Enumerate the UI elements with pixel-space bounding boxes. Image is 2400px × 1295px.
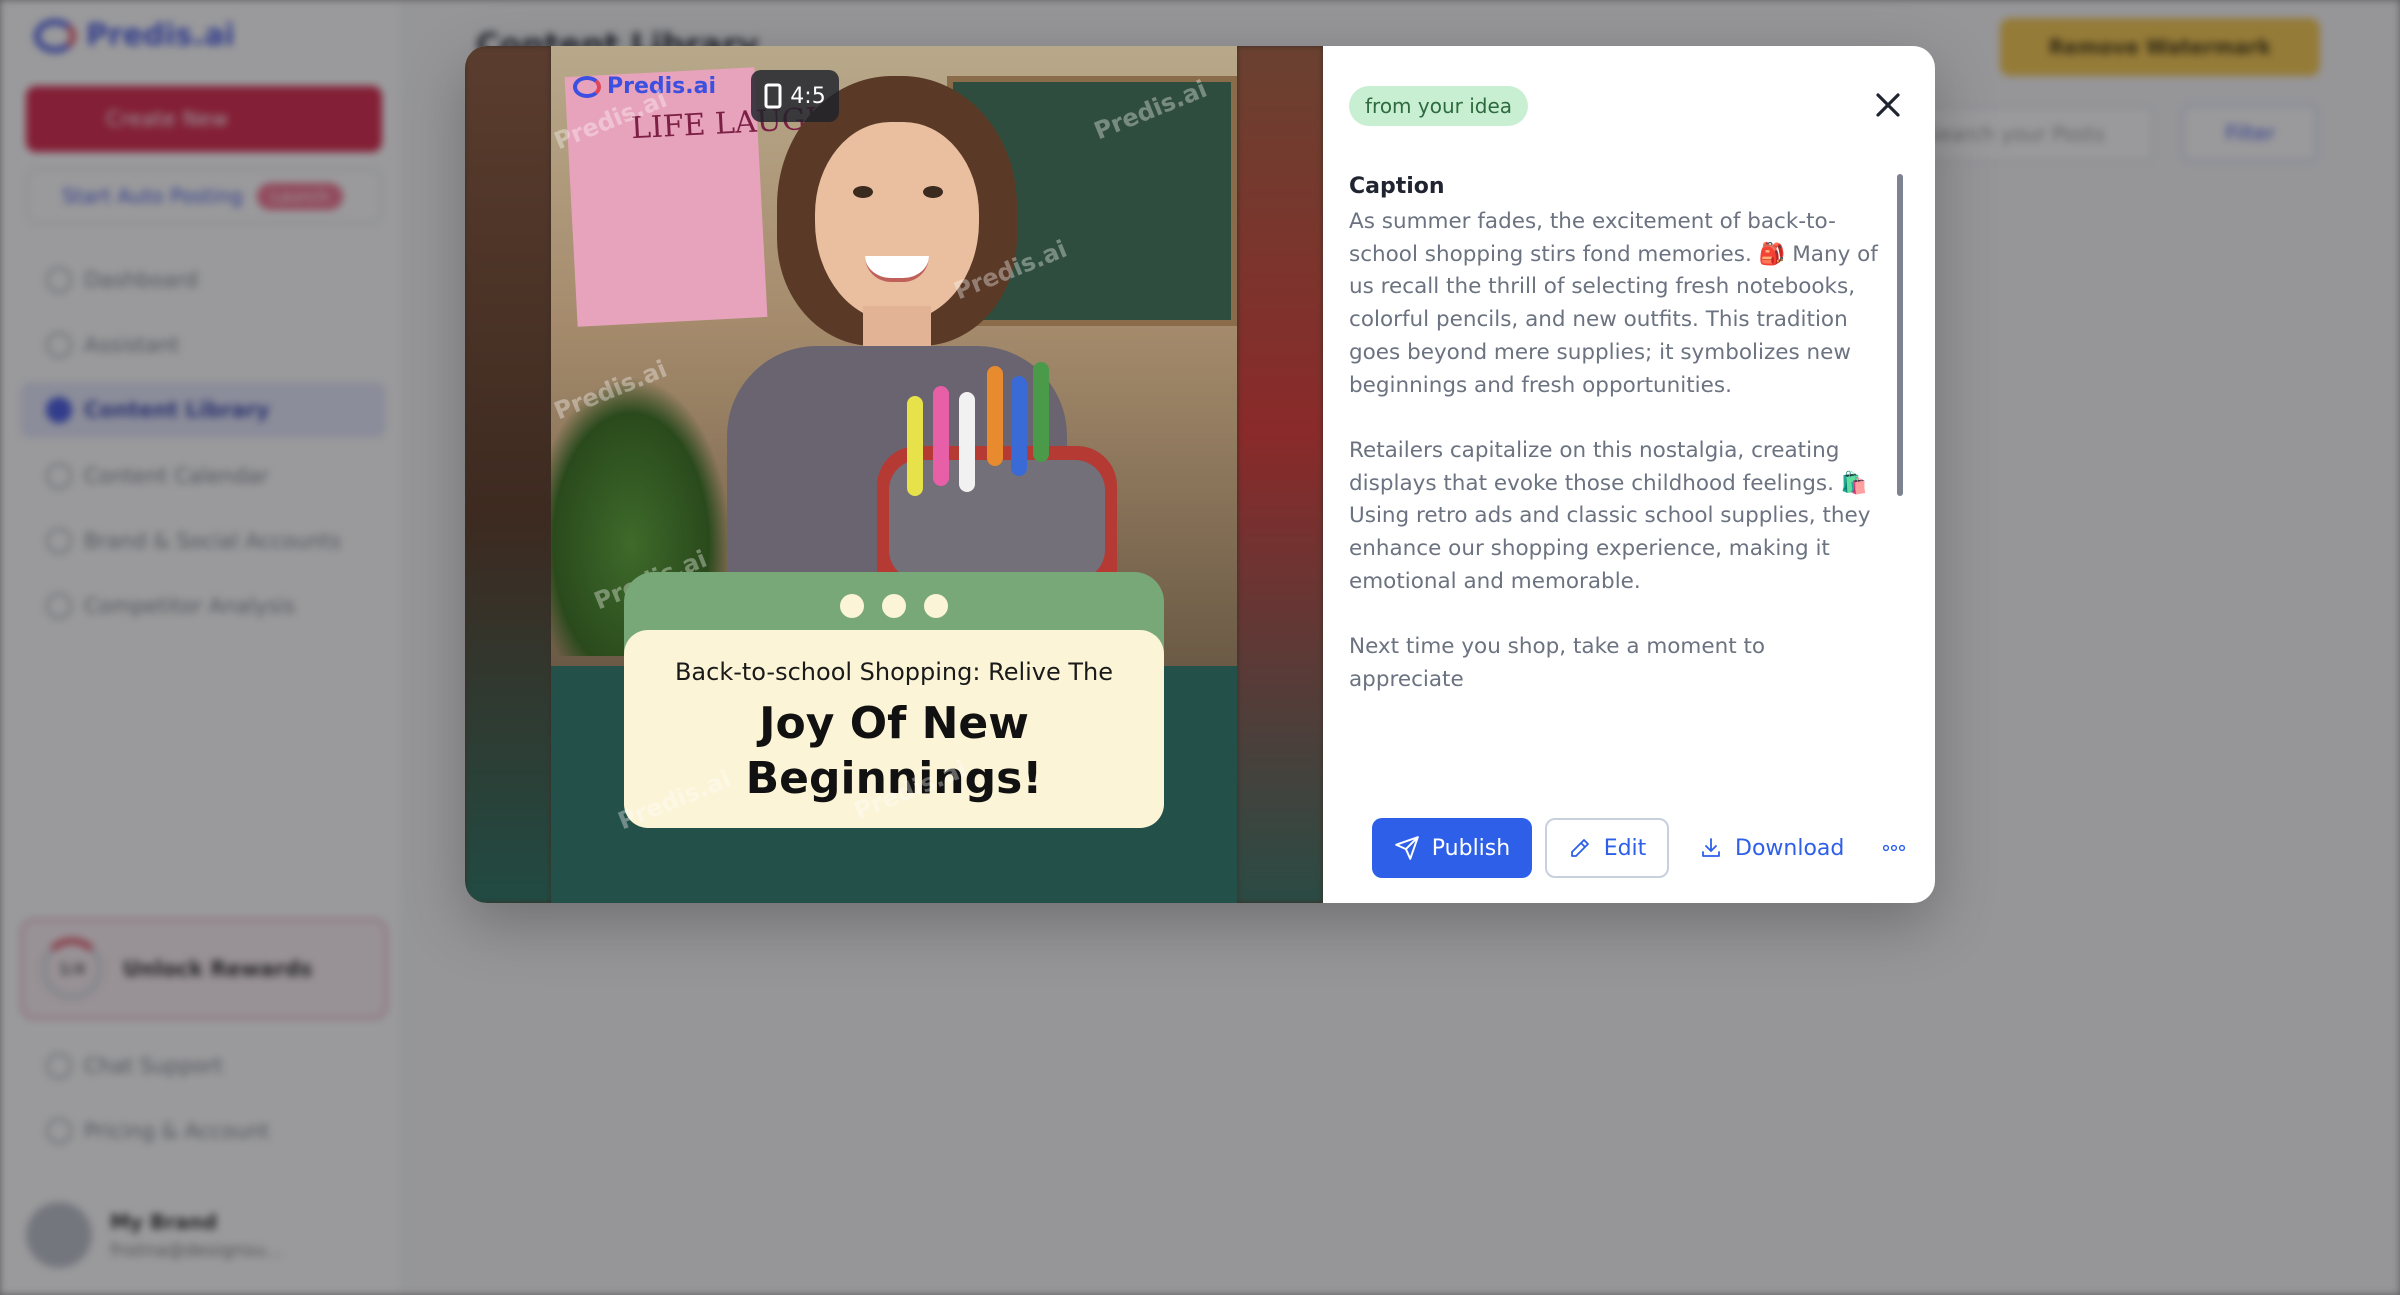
eye <box>923 186 943 198</box>
post-image: LIFE LAUGH Predis.ai 4:5 Predis.ai Predi… <box>551 46 1237 903</box>
post-subtitle: Back-to-school Shopping: Relive The <box>674 658 1114 686</box>
dot <box>924 594 948 618</box>
caption-paragraph: Retailers capitalize on this nostalgia, … <box>1349 437 1871 594</box>
portrait-icon <box>764 83 782 109</box>
caption-scrollbar[interactable] <box>1897 174 1903 496</box>
marker <box>933 386 949 486</box>
caption-paragraph: Next time you shop, take a moment to app… <box>1349 634 1766 692</box>
dot <box>882 594 906 618</box>
download-label: Download <box>1735 835 1845 861</box>
blurred-backdrop-left <box>465 46 551 903</box>
marker <box>907 396 923 496</box>
edit-button[interactable]: Edit <box>1545 818 1669 878</box>
publish-button[interactable]: Publish <box>1372 818 1532 878</box>
publish-label: Publish <box>1431 835 1511 861</box>
caption-paragraph: As summer fades, the excitement of back-… <box>1349 209 1878 398</box>
pencil-icon <box>1570 839 1589 857</box>
post-preview: LIFE LAUGH Predis.ai 4:5 Predis.ai Predi… <box>465 46 1323 903</box>
paper-plane-icon <box>1394 836 1419 860</box>
caption-label: Caption <box>1349 174 1445 199</box>
pencil <box>1033 362 1049 462</box>
logo-icon <box>573 75 601 98</box>
post-preview-modal: LIFE LAUGH Predis.ai 4:5 Predis.ai Predi… <box>465 46 1935 903</box>
aspect-ratio-label: 4:5 <box>790 83 826 109</box>
pencil <box>987 366 1003 466</box>
more-horizontal-icon <box>1883 844 1906 852</box>
download-button[interactable]: Download <box>1689 818 1854 878</box>
post-details: from your idea Caption As summer fades, … <box>1323 46 1935 903</box>
more-options-button[interactable] <box>1872 818 1916 878</box>
marker <box>959 392 975 492</box>
close-icon <box>1876 93 1900 117</box>
download-icon <box>1702 838 1720 857</box>
student-figure <box>727 66 1117 646</box>
source-tag: from your idea <box>1349 86 1529 126</box>
dot <box>840 594 864 618</box>
action-bar: Publish Edit Download <box>1372 818 1916 878</box>
aspect-ratio-badge[interactable]: 4:5 <box>751 70 839 122</box>
edit-label: Edit <box>1603 835 1647 861</box>
close-button[interactable] <box>1863 80 1913 130</box>
pencil <box>1011 376 1027 476</box>
caption-text[interactable]: As summer fades, the excitement of back-… <box>1349 206 1879 706</box>
blurred-backdrop-right <box>1237 46 1323 903</box>
eye <box>853 186 873 198</box>
